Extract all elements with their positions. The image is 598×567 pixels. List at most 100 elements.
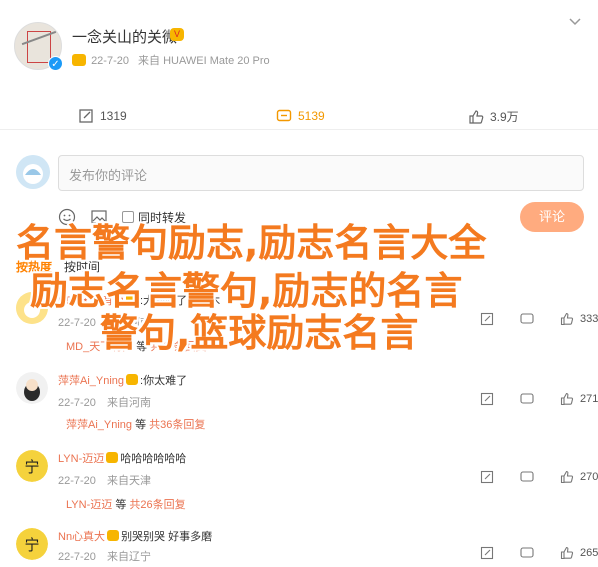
reply-icon[interactable] bbox=[520, 546, 534, 560]
thumbs-up-icon bbox=[560, 392, 574, 406]
comment-text-line: Nn心真大 别哭别哭 好事多磨 bbox=[58, 528, 212, 544]
comment-text-line: ND_天下有雨 :大猫吃了爱情木 bbox=[58, 292, 220, 308]
comment-like-count: 3333 bbox=[580, 313, 598, 325]
reply-icon[interactable] bbox=[520, 312, 534, 326]
commenter-avatar[interactable] bbox=[16, 292, 48, 324]
comment-item: ND_天下有雨 :大猫吃了爱情木 22-7-20 来自河南 3333 MD_天下有… bbox=[0, 290, 598, 356]
sort-tabs: 按热度 按时间 bbox=[16, 258, 100, 275]
author-name[interactable]: 一念关山的关微 bbox=[72, 26, 177, 47]
comment-count: 5139 bbox=[298, 109, 325, 123]
tab-sort-hot[interactable]: 按热度 bbox=[16, 258, 52, 275]
more-replies-link[interactable]: 共44条回复 bbox=[150, 341, 206, 353]
cartoon-avatar-icon bbox=[16, 292, 48, 324]
comment-location: 来自河南 bbox=[106, 397, 151, 409]
comment-location: 来自天津 bbox=[106, 475, 151, 487]
comment-date: 22-7-20 bbox=[58, 551, 96, 563]
tab-sort-time[interactable]: 按时间 bbox=[64, 258, 100, 275]
reply-preview[interactable]: LYN-迈迈 等 共26条回复 bbox=[66, 496, 186, 512]
fan-badge-icon bbox=[72, 54, 86, 66]
thumbs-up-icon bbox=[560, 546, 574, 560]
commenter-name[interactable]: Nn心真大 bbox=[58, 531, 105, 543]
also-repost-checkbox[interactable]: 同时转发 bbox=[122, 209, 186, 226]
more-replies-link[interactable]: 共36条回复 bbox=[149, 419, 205, 431]
like-count: 3.9万 bbox=[490, 110, 519, 124]
verified-icon: ✓ bbox=[48, 56, 63, 71]
emoji-icon[interactable] bbox=[58, 208, 76, 226]
comment-like-button[interactable]: 3333 bbox=[560, 312, 598, 326]
reply-author[interactable]: MD_天下有雨 bbox=[66, 341, 133, 353]
like-button[interactable]: 3.9万 bbox=[468, 108, 519, 125]
more-replies-link[interactable]: 共26条回复 bbox=[129, 499, 185, 511]
comment-like-button[interactable]: 2706 bbox=[560, 470, 598, 484]
post-time: 22-7-20 bbox=[91, 55, 129, 67]
comment-date: 22-7-20 bbox=[58, 397, 96, 409]
comment-ops: 3333 bbox=[480, 312, 598, 326]
reply-icon[interactable] bbox=[520, 392, 534, 406]
commenter-name[interactable]: ND_天下有雨 bbox=[58, 295, 124, 307]
reply-icon[interactable] bbox=[520, 470, 534, 484]
commenter-avatar[interactable]: 宁 bbox=[16, 528, 48, 560]
svg-text:宁: 宁 bbox=[24, 458, 39, 476]
reply-text: 等 bbox=[136, 341, 148, 353]
comment-ops: 2712 bbox=[480, 392, 598, 406]
thumbs-up-icon bbox=[560, 312, 574, 326]
reply-author[interactable]: 萍萍Ai_Yning bbox=[66, 419, 132, 431]
comment-text: 哈哈哈哈哈哈 bbox=[120, 453, 187, 465]
share-icon[interactable] bbox=[480, 392, 494, 406]
reply-preview[interactable]: 萍萍Ai_Yning 等 共36条回复 bbox=[66, 416, 205, 432]
reply-text: 等 bbox=[135, 419, 147, 431]
share-icon[interactable] bbox=[480, 546, 494, 560]
comment-like-button[interactable]: 2650 bbox=[560, 546, 598, 560]
comment-meta: 22-7-20 来自河南 bbox=[58, 394, 151, 410]
comment-location: 来自辽宁 bbox=[106, 551, 151, 563]
overlay-line-1: 名言警句励志,励志名言大全 bbox=[16, 221, 487, 265]
repost-count: 1319 bbox=[100, 109, 127, 123]
comment-ops: 2650 bbox=[480, 546, 598, 560]
comment-text-line: 萍萍Ai_Yning :你太难了 bbox=[58, 372, 187, 388]
chevron-down-icon[interactable] bbox=[568, 14, 582, 28]
checkbox-box bbox=[122, 211, 134, 223]
character-avatar-icon: 宁 bbox=[16, 528, 48, 560]
comment-meta: 22-7-20 来自河南 bbox=[58, 314, 151, 330]
share-icon[interactable] bbox=[480, 312, 494, 326]
level-badge: V bbox=[170, 28, 184, 41]
thumbs-up-icon bbox=[560, 470, 574, 484]
comment-input[interactable]: 发布你的评论 bbox=[58, 155, 584, 191]
image-icon[interactable] bbox=[90, 208, 108, 226]
character-avatar-icon: 宁 bbox=[16, 450, 48, 482]
repost-button[interactable]: 1319 bbox=[78, 108, 127, 124]
composer-tools: 同时转发 bbox=[58, 207, 186, 227]
post-source: 来自 HUAWEI Mate 20 Pro bbox=[138, 55, 270, 67]
commenter-avatar[interactable]: 宁 bbox=[16, 450, 48, 482]
default-avatar-icon bbox=[16, 155, 50, 189]
comment-ops: 2706 bbox=[480, 470, 598, 484]
comment-text: 别哭别哭 好事多磨 bbox=[121, 531, 213, 543]
cartoon-avatar-icon bbox=[16, 372, 48, 404]
comment-item: 宁 LYN-迈迈 哈哈哈哈哈哈 22-7-20 来自天津 2706 LYN-迈迈 … bbox=[0, 448, 598, 514]
comment-text: :你太难了 bbox=[140, 375, 188, 387]
comment-item: 宁 Nn心真大 别哭别哭 好事多磨 22-7-20 来自辽宁 2650 bbox=[0, 526, 598, 566]
comment-text-line: LYN-迈迈 哈哈哈哈哈哈 bbox=[58, 450, 186, 466]
commenter-avatar[interactable] bbox=[16, 372, 48, 404]
comment-like-button[interactable]: 2712 bbox=[560, 392, 598, 406]
thumbs-up-icon bbox=[469, 109, 484, 124]
svg-text:宁: 宁 bbox=[24, 536, 39, 554]
reply-preview[interactable]: MD_天下有雨 等 共44条回复 bbox=[66, 338, 207, 354]
comment-button[interactable]: 5139 bbox=[276, 108, 325, 124]
share-icon[interactable] bbox=[480, 470, 494, 484]
commenter-name[interactable]: 萍萍Ai_Yning bbox=[58, 375, 124, 387]
post-action-bar: 1319 5139 3.9万 bbox=[0, 104, 598, 130]
comment-text: :大猫吃了爱情木 bbox=[140, 295, 221, 307]
reply-text: 等 bbox=[115, 499, 127, 511]
submit-comment-button[interactable]: 评论 bbox=[520, 202, 584, 232]
comment-item: 萍萍Ai_Yning :你太难了 22-7-20 来自河南 2712 萍萍Ai_Y… bbox=[0, 370, 598, 436]
reply-author[interactable]: LYN-迈迈 bbox=[66, 499, 112, 511]
my-avatar bbox=[16, 155, 50, 189]
comment-location: 来自河南 bbox=[106, 317, 151, 329]
comment-date: 22-7-20 bbox=[58, 475, 96, 487]
comment-like-count: 2650 bbox=[580, 547, 598, 559]
comment-like-count: 2712 bbox=[580, 393, 598, 405]
comment-meta: 22-7-20 来自辽宁 bbox=[58, 548, 151, 564]
commenter-name[interactable]: LYN-迈迈 bbox=[58, 453, 104, 465]
level-icon bbox=[107, 530, 120, 541]
